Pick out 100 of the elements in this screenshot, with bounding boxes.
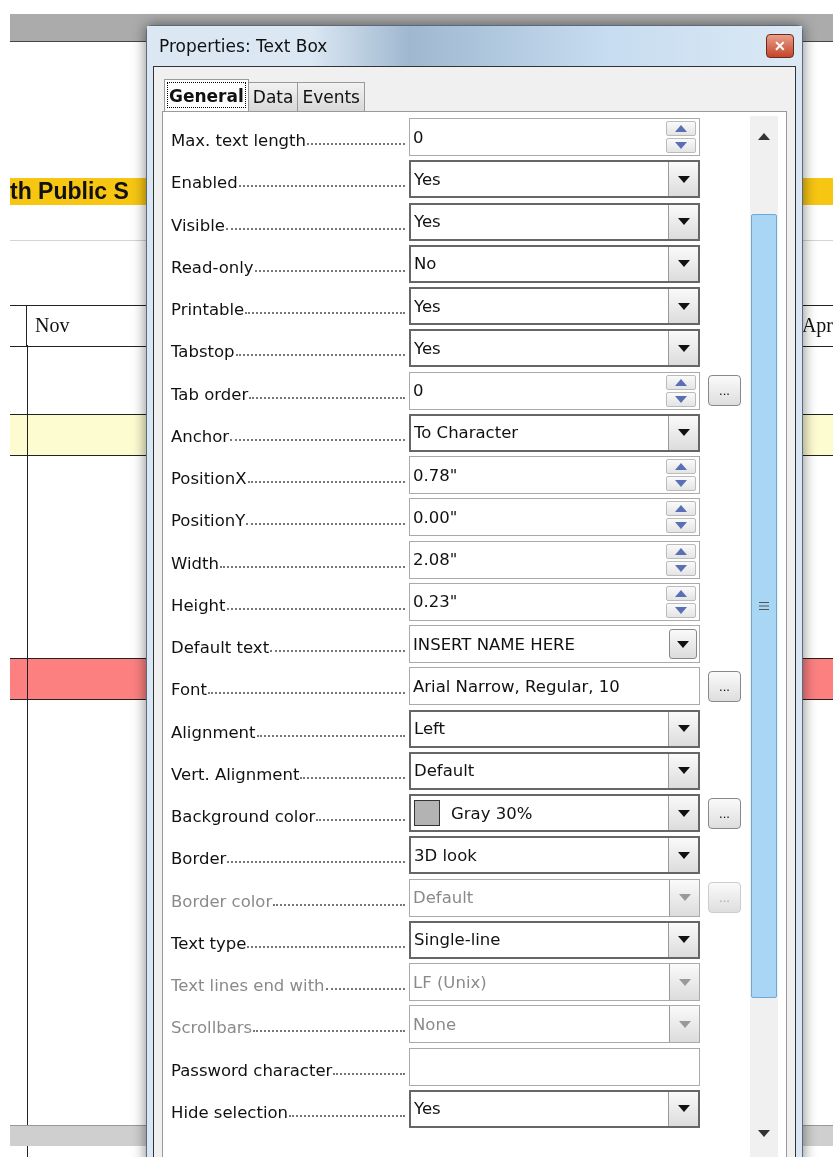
property-label: PositionX <box>171 469 247 489</box>
dropdown-button[interactable] <box>668 1091 698 1126</box>
caret-icon <box>677 429 690 437</box>
property-label: Default text <box>171 638 270 658</box>
caret-icon <box>677 260 690 268</box>
input-field[interactable] <box>409 1047 700 1086</box>
spin-field[interactable]: 0.23" <box>409 582 700 621</box>
caret-icon <box>678 978 691 986</box>
dropdown[interactable]: Single-line <box>409 920 700 959</box>
tab[interactable]: General <box>164 79 249 111</box>
dropdown[interactable]: Yes <box>409 1089 700 1128</box>
spin-down-button[interactable] <box>666 560 696 576</box>
scrollbar[interactable] <box>750 116 778 1157</box>
dropdown-button[interactable] <box>668 838 698 873</box>
caret-icon <box>678 894 691 902</box>
spin-field[interactable]: 2.08" <box>409 540 700 579</box>
property-label: Text lines end with <box>171 976 325 996</box>
dropdown-button[interactable] <box>668 246 698 281</box>
dropdown[interactable]: Left <box>409 709 700 748</box>
document-heading: th Public S <box>10 178 129 205</box>
spin-field[interactable]: 0.78" <box>409 456 700 495</box>
property-label: Enabled <box>171 173 238 193</box>
dropdown[interactable]: Default <box>409 751 700 790</box>
property-label: Height <box>171 595 226 615</box>
spin-up-button[interactable] <box>666 459 696 475</box>
dropdown[interactable]: No <box>409 244 700 283</box>
property-label: Border <box>171 849 227 869</box>
dropdown[interactable]: Yes <box>409 329 700 368</box>
scroll-up-icon <box>758 133 770 140</box>
down-arrow-icon <box>675 564 687 572</box>
spin-down-button[interactable] <box>666 518 696 534</box>
dropdown[interactable]: Yes <box>409 287 700 326</box>
input-field[interactable]: Arial Narrow, Regular, 10 <box>409 667 700 706</box>
spin-up-button[interactable] <box>666 121 696 137</box>
table-cell: Nov <box>26 306 70 346</box>
color-dropdown[interactable]: Gray 30% <box>409 794 700 833</box>
spin-down-button[interactable] <box>666 602 696 618</box>
scroll-down-icon <box>758 1130 770 1137</box>
spin-up-button[interactable] <box>666 585 696 601</box>
property-label: Visible <box>171 215 225 235</box>
dropdown[interactable]: Yes <box>409 202 700 241</box>
more-button[interactable]: ... <box>708 670 741 702</box>
up-arrow-icon <box>675 505 687 513</box>
spin-down-button[interactable] <box>666 138 696 154</box>
spin-down-button[interactable] <box>666 391 696 407</box>
property-label: Border color <box>171 891 273 911</box>
caret-icon <box>677 1105 690 1113</box>
dropdown-button[interactable] <box>668 796 698 831</box>
dropdown-button[interactable] <box>668 711 698 746</box>
spin-up-button[interactable] <box>666 543 696 559</box>
spin-field[interactable]: 0.00" <box>409 498 700 537</box>
property-label: Read-only <box>171 257 254 277</box>
up-arrow-icon <box>675 378 687 386</box>
caret-icon <box>677 640 689 648</box>
window-title: Properties: Text Box <box>159 36 328 56</box>
property-label: Max. text length <box>171 131 306 151</box>
dropdown[interactable]: Yes <box>409 160 700 199</box>
tab[interactable]: Events <box>297 82 365 111</box>
more-button[interactable]: ... <box>708 797 741 829</box>
dropdown[interactable]: To Character <box>409 413 700 452</box>
caret-icon <box>677 725 690 733</box>
property-label: Text type <box>171 933 247 953</box>
down-arrow-icon <box>675 606 687 614</box>
dropdown[interactable]: 3D look <box>409 836 700 875</box>
caret-icon <box>678 1020 691 1028</box>
property-label: Alignment <box>171 722 256 742</box>
property-label: Font <box>171 680 207 700</box>
spin-down-button[interactable] <box>666 476 696 492</box>
property-label: Background color <box>171 807 316 827</box>
dropdown-button[interactable] <box>668 415 698 450</box>
property-label: Anchor <box>171 426 230 446</box>
dropdown-button[interactable] <box>668 162 698 197</box>
caret-icon <box>677 344 690 352</box>
caret-icon <box>677 809 690 817</box>
scroll-thumb[interactable] <box>751 214 777 998</box>
tab[interactable]: Data <box>247 82 299 111</box>
down-arrow-icon <box>675 480 687 488</box>
more-button[interactable]: ... <box>708 375 741 407</box>
property-label: Vert. Alignment <box>171 764 300 784</box>
combo-field[interactable]: INSERT NAME HERE <box>409 625 700 664</box>
property-label: Hide selection <box>171 1102 289 1122</box>
dropdown-button[interactable] <box>668 289 698 324</box>
property-label: Scrollbars <box>171 1018 253 1038</box>
dropdown-button[interactable] <box>668 331 698 366</box>
dropdown-button[interactable] <box>668 922 698 957</box>
up-arrow-icon <box>675 589 687 597</box>
spin-up-button[interactable] <box>666 374 696 390</box>
spin-up-button[interactable] <box>666 501 696 517</box>
dropdown-button[interactable] <box>668 753 698 788</box>
property-label: Tabstop <box>171 342 235 362</box>
spin-field[interactable]: 0 <box>409 371 700 410</box>
dropdown-button[interactable] <box>668 204 698 239</box>
caret-icon <box>677 936 690 944</box>
table-cell-text: Apr <box>801 313 833 339</box>
property-label: Printable <box>171 300 245 320</box>
spin-field[interactable]: 0 <box>409 118 700 157</box>
down-arrow-icon <box>675 142 687 150</box>
down-arrow-icon <box>675 395 687 403</box>
dropdown-button[interactable] <box>669 629 697 660</box>
property-label: PositionY <box>171 511 246 531</box>
